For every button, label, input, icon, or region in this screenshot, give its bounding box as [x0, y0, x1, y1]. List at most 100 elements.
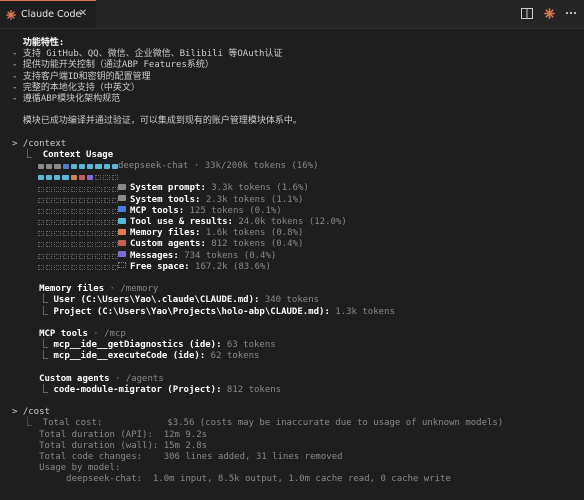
claude-sparkle-icon[interactable]	[542, 6, 556, 20]
usage-cell-free	[46, 197, 53, 203]
more-actions-icon[interactable]	[564, 6, 578, 20]
usage-cell-free	[79, 264, 86, 270]
usage-cell-free	[38, 231, 45, 237]
intro-bullet: - 提供功能开关控制（通过ABP Features系统）	[12, 60, 214, 71]
context-command: > /context	[12, 138, 67, 149]
context-grid-row: System prompt: 3.3k tokens (1.6%)	[12, 183, 580, 194]
usage-cell-free	[95, 220, 102, 226]
usage-cell-free	[62, 253, 69, 259]
usage-cell-free	[103, 242, 110, 248]
close-icon[interactable]: ✕	[78, 9, 88, 19]
intro-summary: 模块已成功编译并通过验证，可以集成到现有的账户管理模块体系中。	[22, 116, 302, 127]
usage-cell-tool-use	[79, 164, 86, 170]
tab-claude-code[interactable]: Claude Code ✕	[0, 0, 96, 28]
usage-cell-free	[79, 208, 86, 214]
usage-cell-free	[46, 231, 53, 237]
usage-cell-free	[103, 220, 110, 226]
usage-cell-tool-use	[62, 175, 69, 181]
usage-cell-free	[46, 220, 53, 226]
legend-swatch-free	[118, 262, 126, 269]
usage-cell-free	[38, 197, 45, 203]
legend-label: Memory files:	[130, 228, 201, 239]
legend-label: System prompt:	[130, 183, 206, 194]
usage-cell-mcp-tools	[62, 164, 69, 170]
usage-cell-free	[95, 242, 102, 248]
usage-cell-free	[38, 242, 45, 248]
usage-cell-free	[79, 186, 86, 192]
item-value: 63 tokens	[221, 340, 276, 351]
split-editor-icon[interactable]	[520, 6, 534, 20]
usage-cell-free	[38, 186, 45, 192]
usage-cell-tool-use	[54, 175, 61, 181]
context-grid-row	[12, 172, 580, 183]
usage-cell-free	[46, 186, 53, 192]
grid-cells	[12, 217, 119, 228]
usage-cell-free	[46, 264, 53, 270]
context-model-line: deepseek-chat · 33k/200k tokens (16%)	[118, 161, 319, 172]
context-grid-row: Free space: 167.2k (83.6%)	[12, 262, 580, 273]
usage-cell-free	[38, 208, 45, 214]
usage-cell-free	[46, 208, 53, 214]
usage-cell-tool-use	[103, 164, 110, 170]
list-item: ⎿ mcp__ide__getDiagnostics (ide): 63 tok…	[12, 340, 276, 351]
list-item: ⎿ code-module-migrator (Project): 812 to…	[12, 384, 282, 395]
usage-cell-free	[95, 253, 102, 259]
legend-label: Tool use & results:	[130, 217, 233, 227]
usage-cell-free	[79, 220, 86, 226]
usage-cell-free	[87, 253, 94, 259]
usage-cell-free	[111, 175, 118, 181]
usage-cell-free	[70, 220, 78, 226]
usage-cell-tool-use	[95, 164, 102, 170]
usage-cell-free	[70, 242, 78, 248]
tab-title: Claude Code	[21, 8, 82, 20]
context-title-line: ⎿ Context Usage	[12, 149, 114, 160]
usage-cell-free	[38, 253, 45, 259]
context-grid-text: Free space: 167.2k (83.6%)	[118, 262, 271, 273]
item-label: User (C:\Users\Yao\.claude\CLAUDE.md):	[53, 295, 260, 306]
context-grid-text: Messages: 734 tokens (0.4%)	[118, 251, 276, 262]
item-label: code-module-migrator (Project):	[53, 384, 222, 395]
usage-cell-free	[95, 197, 102, 203]
context-grid-row: deepseek-chat · 33k/200k tokens (16%)	[12, 161, 580, 172]
legend-swatch-mcp-tools	[118, 206, 126, 213]
usage-cell-free	[103, 264, 110, 270]
legend-swatch-messages	[118, 251, 126, 258]
legend-label: System tools:	[130, 194, 201, 205]
usage-cell-free	[54, 186, 61, 192]
context-grid-row: Messages: 734 tokens (0.4%)	[12, 251, 580, 262]
usage-cell-free	[54, 208, 61, 214]
cost-row: Usage by model:	[12, 463, 121, 474]
usage-cell-free	[95, 264, 102, 270]
usage-cell-free	[87, 197, 94, 203]
context-grid-text: MCP tools: 125 tokens (0.1%)	[118, 206, 282, 217]
mcp-heading-line: MCP tools · /mcp	[39, 328, 126, 339]
context-title: Context Usage	[42, 149, 114, 160]
usage-cell-free	[62, 220, 69, 226]
usage-cell-free	[87, 208, 94, 214]
grid-cells	[12, 228, 119, 239]
usage-cell-tool-use	[70, 164, 78, 170]
usage-cell-tool-use	[87, 164, 94, 170]
usage-cell-free	[103, 197, 110, 203]
usage-cell-free	[79, 242, 86, 248]
grid-cells	[12, 161, 119, 172]
usage-cell-free	[94, 175, 102, 181]
usage-cell-tool-use	[46, 175, 53, 181]
usage-cell-free	[70, 264, 78, 270]
legend-value: 1.6k tokens (0.8%)	[205, 228, 304, 239]
context-grid-text: System prompt: 3.3k tokens (1.6%)	[118, 183, 309, 194]
usage-cell-free	[95, 186, 102, 192]
cost-row: Total duration (wall): 15m 2.8s	[12, 440, 208, 451]
usage-cell-free	[87, 242, 94, 248]
legend-value: 125 tokens (0.1%)	[189, 205, 282, 216]
intro-bullets: - 支持 GitHub、QQ、微信、企业微信、Bilibili 等OAuth认证…	[12, 49, 580, 105]
context-grid-row: System tools: 2.3k tokens (1.1%)	[12, 195, 580, 206]
item-value: 340 tokens	[259, 295, 320, 306]
agents-heading-line: Custom agents · /agents	[39, 373, 164, 384]
usage-cell-free	[62, 231, 69, 237]
mcp-items: ⎿ mcp__ide__getDiagnostics (ide): 63 tok…	[12, 340, 580, 362]
usage-cell-free	[87, 186, 94, 192]
list-item: ⎿ Project (C:\Users\Yao\Projects\holo-ab…	[12, 306, 395, 317]
usage-cell-memory-files	[70, 175, 77, 181]
usage-cell-free	[54, 197, 61, 203]
